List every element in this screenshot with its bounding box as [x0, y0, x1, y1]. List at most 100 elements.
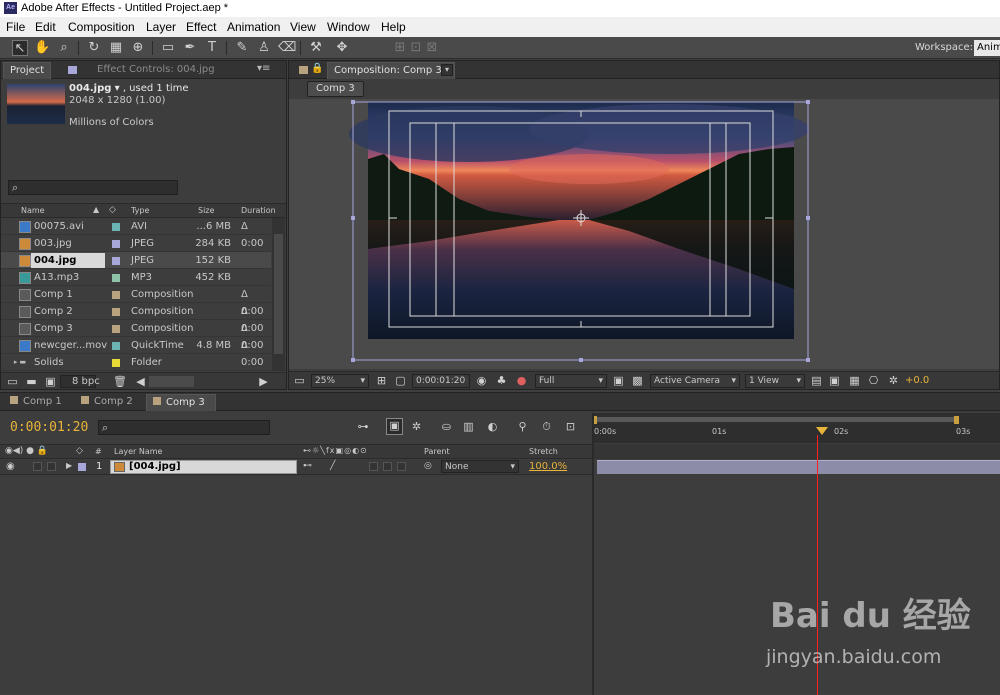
fast-previews-icon[interactable]: ▣: [828, 374, 841, 387]
tab-project[interactable]: Project: [3, 62, 52, 79]
work-area-bar[interactable]: [592, 417, 958, 422]
resolution-select[interactable]: Full ▾: [535, 374, 607, 388]
hide-shy-layers-icon[interactable]: ⛀: [440, 420, 453, 433]
new-composition-icon[interactable]: ▣: [44, 375, 57, 388]
magnification-select[interactable]: 25% ▾: [311, 374, 369, 388]
list-item[interactable]: 003.jpg JPEG 284 KB: [1, 235, 271, 252]
new-folder-icon[interactable]: ▬: [25, 375, 38, 388]
show-snapshot-icon[interactable]: ♣: [495, 374, 508, 387]
shy-switch-icon[interactable]: ⊷: [303, 461, 312, 471]
playhead-handle[interactable]: [816, 427, 828, 435]
tab-effect-controls[interactable]: Effect Controls: 004.jpg: [91, 62, 221, 79]
list-item[interactable]: ▸ ▬ Solids Folder: [1, 354, 271, 371]
panel-menu-icon[interactable]: ▾≡: [257, 63, 270, 74]
item-label-swatch[interactable]: [112, 359, 120, 367]
comp-viewer[interactable]: [289, 99, 999, 369]
axis-view-icon[interactable]: ⊠: [424, 40, 440, 56]
lock-toggle[interactable]: [47, 462, 56, 471]
menu-layer[interactable]: Layer: [146, 20, 176, 34]
preview-dropdown-icon[interactable]: ▾: [115, 83, 120, 94]
pick-whip-icon[interactable]: ◎: [424, 461, 432, 471]
always-preview-icon[interactable]: ▭: [293, 374, 306, 387]
mask-visibility-icon[interactable]: ▢: [394, 374, 407, 387]
interpret-footage-icon[interactable]: ▭: [6, 375, 19, 388]
comp-dropdown-icon[interactable]: ▾: [441, 64, 453, 76]
col-type[interactable]: Type: [131, 206, 149, 215]
layer-row[interactable]: ◉ ▶ 1 [004.jpg] ⊷ ╱ ◎ None ▾ 100.0%: [0, 460, 592, 475]
project-search-input[interactable]: ⌕: [8, 180, 178, 195]
comp-breadcrumb[interactable]: Comp 3: [307, 81, 364, 97]
tab-timeline-comp3[interactable]: Comp 3: [146, 394, 216, 411]
axis-world-icon[interactable]: ⊡: [408, 40, 424, 56]
flowchart-icon[interactable]: ⎔: [867, 374, 880, 387]
list-item[interactable]: Comp 1 Composition Δ 0:00: [1, 286, 271, 317]
frame-blending-icon[interactable]: ▥: [462, 420, 475, 433]
brainstorm-icon[interactable]: ⚲: [516, 420, 529, 433]
grid-icon[interactable]: ⊞: [375, 374, 388, 387]
scroll-right-icon[interactable]: ▶: [257, 375, 270, 388]
col-layer-name[interactable]: Layer Name: [114, 447, 162, 456]
draft-3d-icon[interactable]: ✲: [410, 420, 423, 433]
brush-tool-icon[interactable]: ✎: [234, 40, 250, 56]
snapshot-icon[interactable]: ◉: [475, 374, 488, 387]
list-item[interactable]: 004.jpg JPEG 152 KB: [1, 252, 271, 269]
camera-select[interactable]: Active Camera ▾: [650, 374, 740, 388]
rotate-tool-icon[interactable]: ↻: [86, 40, 102, 56]
graph-editor-icon[interactable]: ⊡: [564, 420, 577, 433]
rectangle-tool-icon[interactable]: ▭: [160, 40, 176, 56]
layer-label-swatch[interactable]: [78, 463, 86, 471]
menu-animation[interactable]: Animation: [227, 20, 280, 34]
col-stretch[interactable]: Stretch: [529, 447, 558, 456]
col-duration[interactable]: Duration: [241, 206, 276, 215]
workspace-select[interactable]: Anim: [974, 40, 1000, 56]
item-label-swatch[interactable]: [112, 291, 120, 299]
timeline-icon[interactable]: ▦: [848, 374, 861, 387]
item-label-swatch[interactable]: [112, 274, 120, 282]
transparency-grid-icon[interactable]: ▩: [631, 374, 644, 387]
selection-tool-icon[interactable]: ↖: [12, 40, 28, 56]
label-column-icon[interactable]: ◇: [109, 205, 116, 215]
col-parent[interactable]: Parent: [424, 447, 450, 456]
solo-toggle[interactable]: [33, 462, 42, 471]
exposure-reset-icon[interactable]: ✲: [887, 374, 900, 387]
menu-effect[interactable]: Effect: [186, 20, 216, 34]
col-size[interactable]: Size: [198, 206, 214, 215]
menu-edit[interactable]: Edit: [35, 20, 56, 34]
quality-switch-icon[interactable]: ╱: [330, 461, 335, 471]
time-ruler[interactable]: 0:00s 01s 02s 03s: [592, 413, 1000, 443]
channels-icon[interactable]: ●: [515, 374, 528, 387]
auto-keyframe-icon[interactable]: ⏱: [540, 420, 553, 433]
parent-select[interactable]: None ▾: [441, 460, 519, 473]
list-item[interactable]: Comp 3 Composition Δ 0:00: [1, 320, 271, 351]
timeline-current-time[interactable]: 0:00:01:20: [10, 420, 88, 435]
list-item[interactable]: 00075.avi AVI ...6 MB Δ 0:00: [1, 218, 271, 249]
item-label-swatch[interactable]: [112, 325, 120, 333]
live-update-icon[interactable]: ▣: [386, 418, 403, 435]
menu-view[interactable]: View: [290, 20, 316, 34]
comp-mini-flowchart-icon[interactable]: ⊶: [352, 420, 374, 433]
av-features-icons[interactable]: ◉◀) ● 🔒: [5, 446, 48, 456]
view-layout-select[interactable]: 1 View ▾: [745, 374, 805, 388]
pen-tool-icon[interactable]: ✒: [182, 40, 198, 56]
comp-current-time[interactable]: 0:00:01:20: [412, 374, 470, 388]
col-name[interactable]: Name: [21, 206, 45, 215]
layer-duration-bar[interactable]: [597, 460, 1000, 474]
menu-help[interactable]: Help: [381, 20, 406, 34]
toggle-pixel-aspect-icon[interactable]: ▤: [810, 374, 823, 387]
tab-composition-comp3[interactable]: Composition: Comp 3: [327, 62, 455, 79]
menu-file[interactable]: File: [6, 20, 25, 34]
list-item[interactable]: A13.mp3 MP3 452 KB: [1, 269, 271, 286]
camera-tool-icon[interactable]: ▦: [108, 40, 124, 56]
clone-stamp-tool-icon[interactable]: ♙: [256, 40, 272, 56]
tab-timeline-comp1[interactable]: Comp 1: [4, 394, 72, 411]
bit-depth-button[interactable]: 8 bpc: [72, 376, 100, 387]
item-label-swatch[interactable]: [112, 240, 120, 248]
layer-name-field[interactable]: [004.jpg]: [110, 460, 297, 474]
item-label-swatch[interactable]: [112, 342, 120, 350]
zoom-tool-icon[interactable]: ⌕: [56, 40, 72, 56]
eraser-tool-icon[interactable]: ⌫: [278, 40, 296, 56]
puppet-pin-tool-icon[interactable]: ✥: [334, 40, 350, 56]
trash-icon[interactable]: 🗑: [113, 375, 127, 388]
item-label-swatch[interactable]: [112, 308, 120, 316]
exposure-value[interactable]: +0.0: [905, 375, 929, 386]
